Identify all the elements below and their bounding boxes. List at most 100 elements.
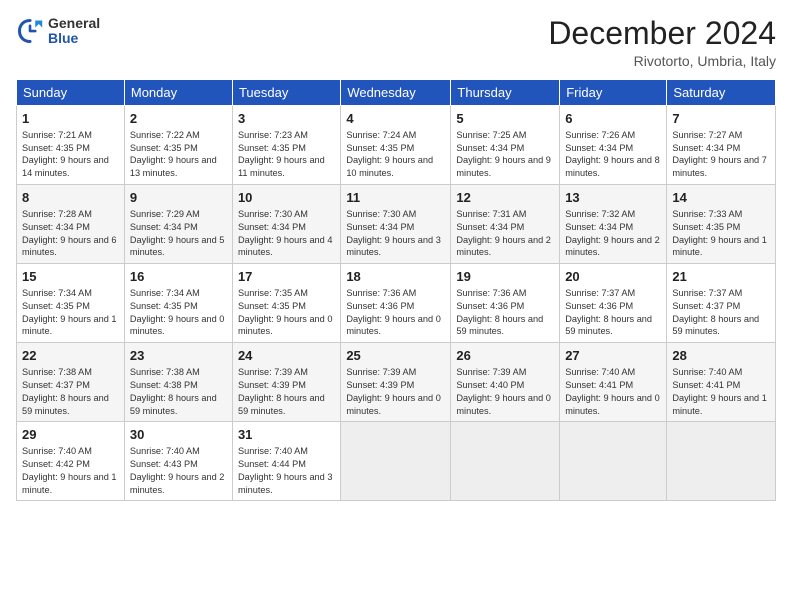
page: General Blue December 2024 Rivotorto, Um… <box>0 0 792 612</box>
day-number: 28 <box>672 347 770 365</box>
calendar-cell: 26Sunrise: 7:39 AM Sunset: 4:40 PM Dayli… <box>451 343 560 422</box>
day-info: Sunrise: 7:32 AM Sunset: 4:34 PM Dayligh… <box>565 208 661 260</box>
day-info: Sunrise: 7:22 AM Sunset: 4:35 PM Dayligh… <box>130 129 227 181</box>
day-number: 7 <box>672 110 770 128</box>
calendar-table: SundayMondayTuesdayWednesdayThursdayFrid… <box>16 79 776 501</box>
day-number: 1 <box>22 110 119 128</box>
calendar-week-row: 15 Sunrise: 7:34 AM Sunset: 4:35 PM Dayli… <box>17 264 776 343</box>
calendar-cell: 11Sunrise: 7:30 AM Sunset: 4:34 PM Dayli… <box>341 185 451 264</box>
calendar-cell: 28Sunrise: 7:40 AM Sunset: 4:41 PM Dayli… <box>667 343 776 422</box>
calendar-cell: 4Sunrise: 7:24 AM Sunset: 4:35 PM Daylig… <box>341 106 451 185</box>
day-number: 31 <box>238 426 335 444</box>
day-info: Sunrise: 7:40 AM Sunset: 4:43 PM Dayligh… <box>130 445 227 497</box>
day-number: 5 <box>456 110 554 128</box>
day-info: Sunrise: 7:39 AM Sunset: 4:40 PM Dayligh… <box>456 366 554 418</box>
calendar-cell: 29Sunrise: 7:40 AM Sunset: 4:42 PM Dayli… <box>17 422 125 501</box>
weekday-header-thursday: Thursday <box>451 80 560 106</box>
day-info: Sunrise: 7:37 AM Sunset: 4:36 PM Dayligh… <box>565 287 661 339</box>
day-number: 29 <box>22 426 119 444</box>
day-number: 13 <box>565 189 661 207</box>
day-number: 26 <box>456 347 554 365</box>
day-info: Sunrise: 7:39 AM Sunset: 4:39 PM Dayligh… <box>238 366 335 418</box>
calendar-cell: 27Sunrise: 7:40 AM Sunset: 4:41 PM Dayli… <box>560 343 667 422</box>
day-number: 16 <box>130 268 227 286</box>
calendar-cell: 25Sunrise: 7:39 AM Sunset: 4:39 PM Dayli… <box>341 343 451 422</box>
day-number: 19 <box>456 268 554 286</box>
day-number: 23 <box>130 347 227 365</box>
day-info: Sunrise: 7:27 AM Sunset: 4:34 PM Dayligh… <box>672 129 770 181</box>
day-number: 8 <box>22 189 119 207</box>
day-info: Sunrise: 7:36 AM Sunset: 4:36 PM Dayligh… <box>346 287 445 339</box>
calendar-cell <box>667 422 776 501</box>
day-number: 30 <box>130 426 227 444</box>
day-number: 18 <box>346 268 445 286</box>
calendar-cell: 6Sunrise: 7:26 AM Sunset: 4:34 PM Daylig… <box>560 106 667 185</box>
calendar-cell: 15Sunrise: 7:34 AM Sunset: 4:35 PM Dayli… <box>17 264 125 343</box>
day-number: 11 <box>346 189 445 207</box>
logo-general-text: General <box>48 16 100 31</box>
weekday-header-wednesday: Wednesday <box>341 80 451 106</box>
day-info: Sunrise: 7:30 AM Sunset: 4:34 PM Dayligh… <box>238 208 335 260</box>
day-number: 14 <box>672 189 770 207</box>
calendar-cell: 5Sunrise: 7:25 AM Sunset: 4:34 PM Daylig… <box>451 106 560 185</box>
logo-text: General Blue <box>48 16 100 47</box>
day-number: 15 <box>22 268 119 286</box>
day-info: Sunrise: 7:38 AM Sunset: 4:37 PM Dayligh… <box>22 366 119 418</box>
day-info: Sunrise: 7:40 AM Sunset: 4:41 PM Dayligh… <box>565 366 661 418</box>
calendar-cell: 20Sunrise: 7:37 AM Sunset: 4:36 PM Dayli… <box>560 264 667 343</box>
day-info: Sunrise: 7:23 AM Sunset: 4:35 PM Dayligh… <box>238 129 335 181</box>
calendar-cell <box>560 422 667 501</box>
day-info: Sunrise: 7:40 AM Sunset: 4:42 PM Dayligh… <box>22 445 119 497</box>
day-number: 17 <box>238 268 335 286</box>
calendar-cell: 21Sunrise: 7:37 AM Sunset: 4:37 PM Dayli… <box>667 264 776 343</box>
calendar-cell: 3Sunrise: 7:23 AM Sunset: 4:35 PM Daylig… <box>232 106 340 185</box>
calendar-week-row: 8Sunrise: 7:28 AM Sunset: 4:34 PM Daylig… <box>17 185 776 264</box>
weekday-header-monday: Monday <box>124 80 232 106</box>
day-number: 21 <box>672 268 770 286</box>
day-info: Sunrise: 7:40 AM Sunset: 4:44 PM Dayligh… <box>238 445 335 497</box>
day-info: Sunrise: 7:26 AM Sunset: 4:34 PM Dayligh… <box>565 129 661 181</box>
calendar-cell: 2Sunrise: 7:22 AM Sunset: 4:35 PM Daylig… <box>124 106 232 185</box>
logo: General Blue <box>16 16 100 47</box>
calendar-cell: 10Sunrise: 7:30 AM Sunset: 4:34 PM Dayli… <box>232 185 340 264</box>
day-number: 24 <box>238 347 335 365</box>
day-info: Sunrise: 7:38 AM Sunset: 4:38 PM Dayligh… <box>130 366 227 418</box>
logo-icon <box>16 17 44 45</box>
header: General Blue December 2024 Rivotorto, Um… <box>16 16 776 69</box>
day-info: Sunrise: 7:35 AM Sunset: 4:35 PM Dayligh… <box>238 287 335 339</box>
calendar-cell: 17Sunrise: 7:35 AM Sunset: 4:35 PM Dayli… <box>232 264 340 343</box>
weekday-header-tuesday: Tuesday <box>232 80 340 106</box>
calendar-cell: 16Sunrise: 7:34 AM Sunset: 4:35 PM Dayli… <box>124 264 232 343</box>
day-info: Sunrise: 7:31 AM Sunset: 4:34 PM Dayligh… <box>456 208 554 260</box>
calendar-cell: 9Sunrise: 7:29 AM Sunset: 4:34 PM Daylig… <box>124 185 232 264</box>
title-block: December 2024 Rivotorto, Umbria, Italy <box>548 16 776 69</box>
day-number: 22 <box>22 347 119 365</box>
calendar-cell: 30Sunrise: 7:40 AM Sunset: 4:43 PM Dayli… <box>124 422 232 501</box>
weekday-header-saturday: Saturday <box>667 80 776 106</box>
day-number: 27 <box>565 347 661 365</box>
calendar-cell: 13Sunrise: 7:32 AM Sunset: 4:34 PM Dayli… <box>560 185 667 264</box>
weekday-header-sunday: Sunday <box>17 80 125 106</box>
calendar-week-row: 1Sunrise: 7:21 AM Sunset: 4:35 PM Daylig… <box>17 106 776 185</box>
day-info: Sunrise: 7:40 AM Sunset: 4:41 PM Dayligh… <box>672 366 770 418</box>
calendar-cell: 19Sunrise: 7:36 AM Sunset: 4:36 PM Dayli… <box>451 264 560 343</box>
calendar-cell: 14Sunrise: 7:33 AM Sunset: 4:35 PM Dayli… <box>667 185 776 264</box>
day-number: 12 <box>456 189 554 207</box>
day-number: 9 <box>130 189 227 207</box>
day-number: 25 <box>346 347 445 365</box>
calendar-cell: 22Sunrise: 7:38 AM Sunset: 4:37 PM Dayli… <box>17 343 125 422</box>
month-title: December 2024 <box>548 16 776 51</box>
day-info: Sunrise: 7:33 AM Sunset: 4:35 PM Dayligh… <box>672 208 770 260</box>
day-info: Sunrise: 7:34 AM Sunset: 4:35 PM Dayligh… <box>130 287 227 339</box>
day-number: 3 <box>238 110 335 128</box>
calendar-cell: 18Sunrise: 7:36 AM Sunset: 4:36 PM Dayli… <box>341 264 451 343</box>
day-info: Sunrise: 7:30 AM Sunset: 4:34 PM Dayligh… <box>346 208 445 260</box>
day-info: Sunrise: 7:39 AM Sunset: 4:39 PM Dayligh… <box>346 366 445 418</box>
calendar-week-row: 29Sunrise: 7:40 AM Sunset: 4:42 PM Dayli… <box>17 422 776 501</box>
calendar-week-row: 22Sunrise: 7:38 AM Sunset: 4:37 PM Dayli… <box>17 343 776 422</box>
day-number: 2 <box>130 110 227 128</box>
location-subtitle: Rivotorto, Umbria, Italy <box>548 53 776 69</box>
logo-blue-text: Blue <box>48 31 100 46</box>
calendar-cell: 8Sunrise: 7:28 AM Sunset: 4:34 PM Daylig… <box>17 185 125 264</box>
day-info: Sunrise: 7:25 AM Sunset: 4:34 PM Dayligh… <box>456 129 554 181</box>
